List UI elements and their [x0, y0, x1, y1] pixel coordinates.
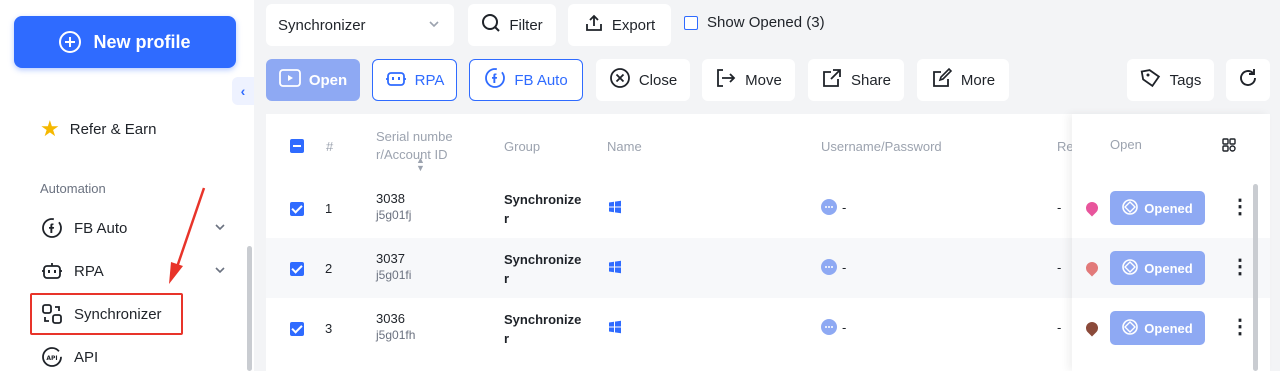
username-value: - — [842, 200, 847, 215]
close-circle-icon — [609, 67, 631, 93]
remark-value: - — [1057, 200, 1062, 215]
user-avatar-icon — [821, 259, 837, 278]
chevron-down-icon — [428, 17, 440, 34]
show-opened-label: Show Opened (3) — [707, 14, 825, 31]
robot-icon — [385, 68, 407, 92]
account-id: j5g01fh — [376, 328, 416, 342]
browser-icon — [1122, 318, 1139, 338]
tags-label: Tags — [1169, 71, 1202, 89]
username-value: - — [842, 260, 847, 275]
export-label: Export — [611, 16, 656, 34]
annotation-arrow — [169, 187, 206, 284]
header-open: Open — [1110, 137, 1142, 152]
edit-icon — [931, 67, 953, 93]
column-settings-icon[interactable] — [1222, 138, 1236, 157]
group-cell: Synchronizer — [504, 192, 582, 226]
open-button[interactable]: Open — [266, 59, 360, 101]
windows-icon — [608, 320, 622, 337]
serial-number: 3037 — [376, 251, 405, 266]
windows-icon — [608, 200, 622, 217]
browser-window-icon — [278, 68, 301, 92]
refresh-button[interactable] — [1226, 59, 1270, 101]
windows-icon — [608, 260, 622, 277]
filter-button[interactable]: Filter — [468, 4, 556, 46]
opened-button[interactable]: Opened — [1110, 191, 1205, 225]
filter-label: Filter — [509, 16, 543, 34]
username-value: - — [842, 320, 847, 335]
group-select[interactable]: Synchronizer — [266, 4, 454, 46]
move-button[interactable]: Move — [702, 59, 795, 101]
close-button[interactable]: Close — [596, 59, 690, 101]
close-label: Close — [638, 71, 678, 89]
serial-cell: 3036 j5g01fh — [376, 311, 415, 342]
browser-color-dot — [1083, 319, 1101, 337]
share-icon — [821, 67, 843, 93]
open-cell: Opened ⋮ — [1072, 298, 1270, 358]
fb-auto-label: FB Auto — [514, 71, 568, 89]
serial-cell: 3037 j5g01fi — [376, 251, 411, 282]
sort-icon[interactable]: ▲ ▼ — [416, 156, 425, 173]
group-select-value: Synchronizer — [278, 16, 366, 34]
remark-value: - — [1057, 320, 1062, 335]
user-avatar-icon — [821, 319, 837, 338]
group-cell: Synchronizer — [504, 312, 582, 346]
show-opened-toggle[interactable]: Show Opened (3) — [684, 14, 825, 31]
rpa-button[interactable]: RPA — [372, 59, 457, 101]
select-all-cell[interactable] — [290, 114, 304, 178]
header-index: # — [326, 138, 334, 154]
table-scrollbar[interactable] — [1253, 184, 1258, 371]
tags-button[interactable]: Tags — [1127, 59, 1214, 101]
open-column-panel: Open Opened ⋮ Opened ⋮ Opened ⋮ — [1072, 114, 1270, 371]
move-icon — [715, 68, 737, 92]
open-cell: Opened ⋮ — [1072, 178, 1270, 238]
move-label: Move — [745, 71, 782, 89]
header-name: Name — [607, 138, 642, 154]
browser-icon — [1122, 198, 1139, 218]
open-label: Open — [308, 71, 348, 89]
browser-icon — [1122, 258, 1139, 278]
row-menu-icon[interactable]: ⋮ — [1230, 254, 1250, 279]
open-cell: Opened ⋮ — [1072, 238, 1270, 298]
account-id: j5g01fi — [376, 268, 412, 282]
browser-color-dot — [1083, 199, 1101, 217]
row-menu-icon[interactable]: ⋮ — [1230, 314, 1250, 339]
select-all-checkbox[interactable] — [290, 139, 304, 153]
row-index: 3 — [325, 321, 333, 336]
opened-label: Opened — [1144, 260, 1193, 276]
serial-number: 3036 — [376, 311, 405, 326]
row-index: 2 — [325, 261, 333, 276]
tag-icon — [1140, 67, 1162, 93]
serial-number: 3038 — [376, 191, 405, 206]
refresh-icon — [1237, 67, 1259, 93]
search-icon — [481, 13, 501, 37]
fb-auto-button[interactable]: FB Auto — [469, 59, 583, 101]
group-cell: Synchronizer — [504, 252, 582, 286]
opened-button[interactable]: Opened — [1110, 311, 1205, 345]
export-button[interactable]: Export — [568, 4, 671, 46]
share-label: Share — [850, 71, 892, 89]
opened-label: Opened — [1144, 200, 1193, 216]
row-checkbox[interactable] — [290, 202, 304, 216]
account-id: j5g01fj — [376, 208, 412, 222]
rpa-label: RPA — [414, 71, 445, 89]
more-label: More — [960, 71, 996, 89]
header-username: Username/Password — [821, 138, 942, 154]
row-checkbox[interactable] — [290, 262, 304, 276]
opened-button[interactable]: Opened — [1110, 251, 1205, 285]
user-avatar-icon — [821, 199, 837, 218]
header-serial[interactable]: Serial number/Account ID ▲ ▼ — [376, 114, 466, 178]
row-index: 1 — [325, 201, 333, 216]
show-opened-checkbox[interactable] — [684, 15, 698, 30]
row-checkbox[interactable] — [290, 322, 304, 336]
fb-auto-icon — [484, 67, 506, 93]
export-icon — [584, 13, 604, 37]
header-group: Group — [504, 138, 541, 154]
browser-color-dot — [1083, 259, 1101, 277]
remark-value: - — [1057, 260, 1062, 275]
share-button[interactable]: Share — [808, 59, 904, 101]
row-menu-icon[interactable]: ⋮ — [1230, 194, 1250, 219]
more-button[interactable]: More — [917, 59, 1009, 101]
serial-cell: 3038 j5g01fj — [376, 191, 411, 222]
opened-label: Opened — [1144, 320, 1193, 336]
